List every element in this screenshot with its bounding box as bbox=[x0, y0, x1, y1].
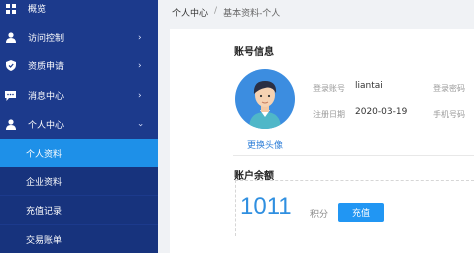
sidebar-item-label: 消息中心 bbox=[28, 92, 65, 102]
sidebar-item-messages[interactable]: 消息中心 › bbox=[0, 82, 158, 109]
user-icon bbox=[5, 119, 16, 130]
sidebar-item-personal-center[interactable]: 个人中心 › bbox=[0, 111, 158, 138]
sidebar-item-qualification[interactable]: 资质申请 › bbox=[0, 52, 158, 79]
breadcrumb-separator: / bbox=[214, 6, 218, 16]
profile-card: 账号信息 更换头像 登录账号 liantai 注册日期 2020-03-19 登… bbox=[170, 29, 474, 253]
avatar[interactable] bbox=[235, 69, 295, 129]
message-icon bbox=[5, 90, 16, 101]
balance-value: 1011 bbox=[240, 193, 292, 220]
main-content: 个人中心 / 基本资料-个人 账号信息 更换头像 登录账号 liantai 注册… bbox=[158, 0, 474, 253]
dashboard-icon bbox=[5, 3, 16, 14]
balance-unit: 积分 bbox=[310, 210, 329, 220]
sidebar-item-label: 个人中心 bbox=[28, 121, 65, 131]
sidebar-subitem-label: 充值记录 bbox=[26, 206, 63, 217]
sidebar-item-overview[interactable]: 概览 bbox=[0, 0, 158, 22]
register-date-label: 注册日期 bbox=[313, 110, 345, 119]
user-icon bbox=[5, 32, 16, 43]
sidebar-subitem-label: 个人资料 bbox=[26, 149, 63, 160]
login-account-label: 登录账号 bbox=[313, 84, 345, 93]
sidebar-item-access-control[interactable]: 访问控制 › bbox=[0, 24, 158, 51]
sidebar-subitem-bills[interactable]: 交易账单 bbox=[0, 225, 158, 253]
breadcrumb: 个人中心 / 基本资料-个人 bbox=[172, 6, 280, 19]
account-info-title: 账号信息 bbox=[234, 47, 274, 58]
recharge-button[interactable]: 充值 bbox=[338, 203, 384, 222]
sidebar: 概览 访问控制 › 资质申请 › 消息中心 › 个人中心 › 个人资料 企业资料 bbox=[0, 0, 158, 253]
mobile-label: 手机号码 bbox=[433, 110, 465, 119]
chevron-right-icon: › bbox=[138, 32, 142, 43]
sidebar-subitem-company-info[interactable]: 企业资料 bbox=[0, 167, 158, 195]
sidebar-subitem-recharge-records[interactable]: 充值记录 bbox=[0, 196, 158, 224]
chevron-right-icon: › bbox=[138, 90, 142, 101]
sidebar-item-label: 资质申请 bbox=[28, 62, 65, 72]
sidebar-subitem-label: 交易账单 bbox=[26, 235, 63, 246]
sidebar-item-label: 概览 bbox=[28, 5, 47, 15]
chevron-down-icon: › bbox=[134, 122, 145, 127]
sidebar-subitem-personal-info[interactable]: 个人资料 bbox=[0, 139, 158, 167]
sidebar-item-label: 访问控制 bbox=[28, 34, 65, 44]
shield-icon bbox=[5, 60, 16, 71]
change-avatar-link[interactable]: 更换头像 bbox=[247, 138, 283, 151]
breadcrumb-current: 基本资料-个人 bbox=[223, 9, 281, 19]
login-password-label: 登录密码 bbox=[433, 84, 465, 93]
register-date-value: 2020-03-19 bbox=[355, 107, 408, 117]
section-divider bbox=[233, 155, 474, 156]
sidebar-subitem-label: 企业资料 bbox=[26, 177, 63, 188]
login-account-value: liantai bbox=[355, 81, 383, 91]
chevron-right-icon: › bbox=[138, 60, 142, 71]
breadcrumb-root[interactable]: 个人中心 bbox=[172, 6, 208, 19]
